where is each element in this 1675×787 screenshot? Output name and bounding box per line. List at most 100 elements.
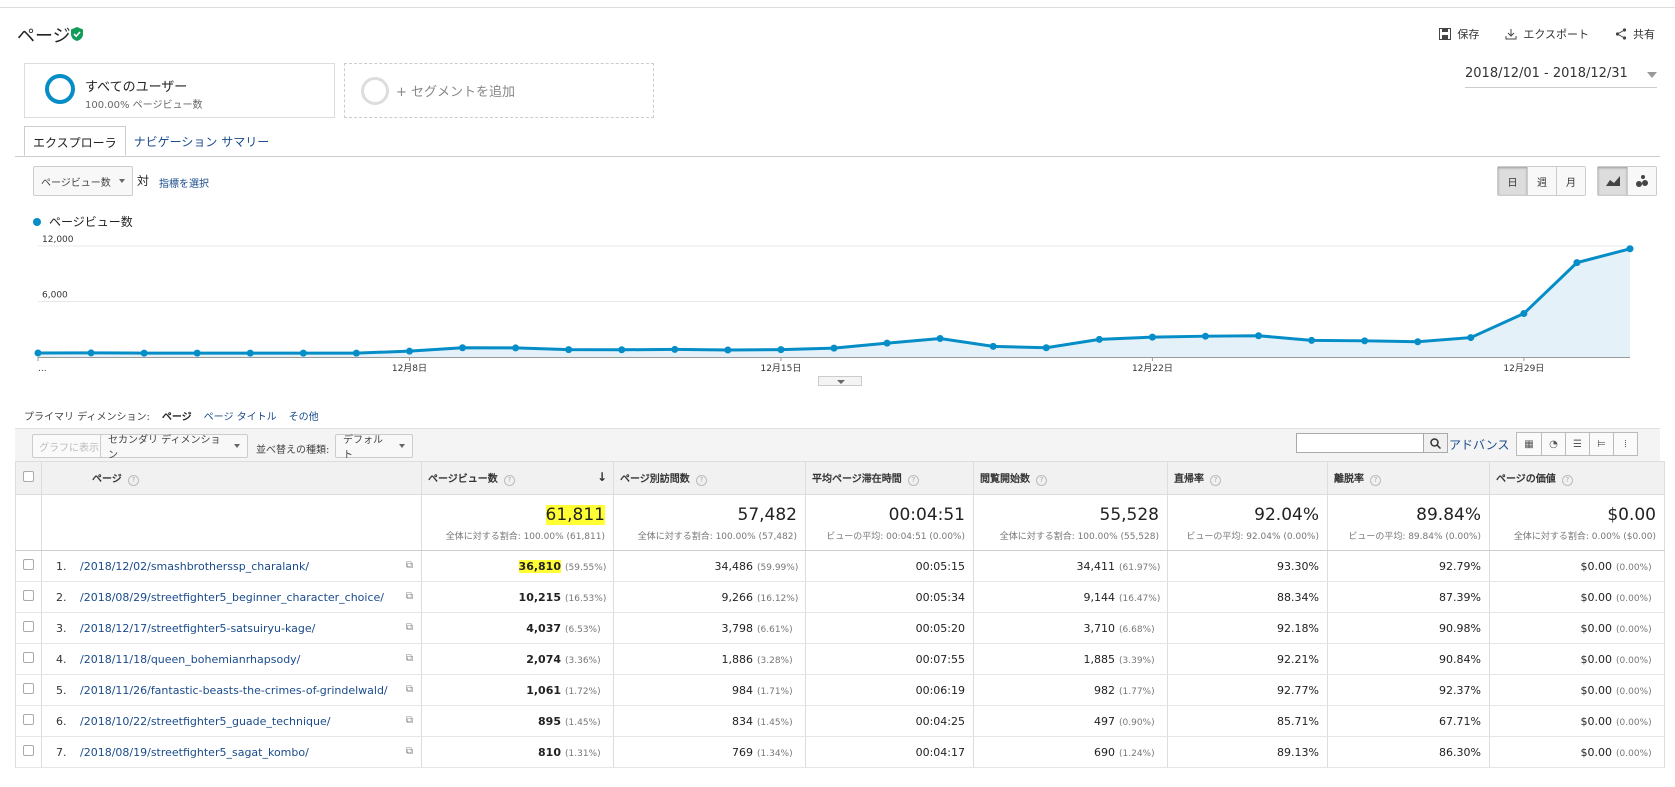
total-page-value: $0.00 全体に対する割合: 0.00% ($0.00): [1489, 494, 1665, 551]
secondary-dimension-label: セカンダリ ディメンション: [108, 435, 221, 461]
page-link[interactable]: /2018/10/22/streetfighter5_guade_techniq…: [80, 715, 330, 728]
sort-type-select[interactable]: デフォルト: [335, 434, 413, 461]
open-page-icon[interactable]: ⧉: [406, 684, 413, 695]
row-checkbox[interactable]: [15, 612, 42, 644]
column-page-value[interactable]: ページの価値?: [1489, 461, 1665, 495]
page-link[interactable]: /2018/08/29/streetfighter5_beginner_char…: [80, 591, 384, 604]
day-button[interactable]: 日: [1498, 167, 1527, 195]
collapse-chart-handle[interactable]: [818, 376, 862, 386]
open-page-icon[interactable]: ⧉: [406, 560, 413, 571]
pageviews-chart: 12,000 6,000... 12月8日 12月15日 12月22日 12月29日: [34, 235, 1634, 374]
advanced-filter-link[interactable]: アドバンス: [1449, 436, 1509, 453]
pageviews-cell: 10,215 (16.53%): [421, 581, 614, 613]
data-table-view-icon[interactable]: ▦: [1517, 433, 1541, 455]
viewport-edge: [0, 780, 1675, 787]
page-link[interactable]: /2018/08/19/streetfighter5_sagat_kombo/: [80, 746, 309, 759]
open-page-icon[interactable]: ⧉: [406, 653, 413, 664]
dimension-page[interactable]: ページ: [162, 408, 192, 423]
page-link[interactable]: /2018/12/02/smashbrotherssp_charalank/: [80, 560, 309, 573]
month-button[interactable]: 月: [1556, 167, 1585, 195]
motion-chart-button[interactable]: [1627, 167, 1656, 195]
dimension-other[interactable]: その他: [289, 408, 319, 423]
data-point: [1308, 336, 1316, 344]
row-number: 7.: [56, 745, 67, 759]
save-icon: [1439, 28, 1452, 40]
date-range-picker[interactable]: 2018/12/01 - 2018/12/31: [1465, 66, 1657, 88]
save-button[interactable]: 保存: [1439, 26, 1479, 42]
add-segment-button[interactable]: + セグメントを追加: [344, 63, 654, 118]
data-point: [1361, 337, 1369, 345]
data-point: [299, 349, 307, 357]
tab-divider: [15, 156, 1660, 157]
bubble-chart-icon: [1636, 175, 1648, 187]
column-entrances[interactable]: 閲覧開始数?: [973, 461, 1168, 495]
table-row: 1. /2018/12/02/smashbrotherssp_charalank/…: [15, 550, 1665, 582]
column-avg-time[interactable]: 平均ページ滞在時間?: [805, 461, 974, 495]
help-icon[interactable]: ?: [503, 475, 515, 486]
help-icon[interactable]: ?: [1036, 475, 1047, 486]
column-bounce-rate[interactable]: 直帰率?: [1167, 461, 1328, 495]
tab-navigation-summary[interactable]: ナビゲーション サマリー: [126, 126, 278, 156]
help-icon[interactable]: ?: [1370, 475, 1381, 486]
search-icon[interactable]: [1423, 434, 1447, 452]
share-button[interactable]: 共有: [1615, 26, 1655, 42]
bounce-rate-cell: 92.18%: [1167, 612, 1328, 644]
column-pageviews[interactable]: ページビュー数? ↓: [421, 461, 614, 495]
open-page-icon[interactable]: ⧉: [406, 746, 413, 757]
secondary-dimension-select[interactable]: セカンダリ ディメンション: [100, 434, 248, 461]
help-icon[interactable]: ?: [907, 475, 919, 486]
term-cloud-view-icon[interactable]: ⦙: [1613, 433, 1637, 455]
performance-view-icon[interactable]: ☰: [1565, 433, 1589, 455]
x-tick-label: 12月22日: [1132, 363, 1173, 374]
segment-all-users[interactable]: すべてのユーザー 100.00% ページビュー数: [24, 63, 335, 118]
granularity-toggle: 日 週 月: [1497, 166, 1586, 196]
column-page[interactable]: ページ?: [41, 461, 422, 495]
data-point: [989, 342, 997, 350]
row-checkbox[interactable]: [15, 705, 42, 737]
page-link[interactable]: /2018/11/26/fantastic-beasts-the-crimes-…: [80, 684, 388, 697]
data-point: [1414, 338, 1422, 346]
line-chart-button[interactable]: [1598, 167, 1627, 195]
page-link[interactable]: /2018/12/17/streetfighter5-satsuiryu-kag…: [80, 622, 315, 635]
dimension-page-title[interactable]: ページ タイトル: [204, 408, 277, 423]
plot-rows-button[interactable]: グラフに表示: [32, 434, 106, 458]
row-checkbox[interactable]: [15, 736, 42, 768]
row-checkbox[interactable]: [15, 674, 42, 706]
segment-name: すべてのユーザー: [85, 80, 188, 95]
row-checkbox[interactable]: [15, 643, 42, 675]
tab-explorer[interactable]: エクスプローラ: [24, 126, 126, 156]
week-button[interactable]: 週: [1527, 167, 1556, 195]
help-icon[interactable]: ?: [1210, 475, 1221, 486]
open-page-icon[interactable]: ⧉: [406, 591, 413, 602]
data-point: [34, 349, 42, 357]
legend-dot-icon: [33, 217, 41, 226]
row-checkbox[interactable]: [15, 550, 42, 582]
data-point: [246, 349, 254, 357]
data-point: [1573, 259, 1581, 267]
table-row: 3. /2018/12/17/streetfighter5-satsuiryu-k…: [15, 612, 1665, 644]
help-icon[interactable]: ?: [695, 475, 707, 486]
entrances-cell: 982 (1.77%): [973, 674, 1168, 706]
comparison-view-icon[interactable]: ⊨: [1589, 433, 1613, 455]
help-icon[interactable]: ?: [127, 475, 139, 486]
column-unique-pageviews[interactable]: ページ別訪問数?: [613, 461, 806, 495]
pageviews-cell: 36,810 (59.55%): [421, 550, 614, 582]
pie-view-icon[interactable]: ◔: [1541, 433, 1565, 455]
total-unique-pageviews: 57,482 全体に対する割合: 100.00% (57,482): [613, 494, 806, 551]
help-icon[interactable]: ?: [1561, 475, 1573, 486]
metric-select[interactable]: ページビュー数: [33, 166, 133, 196]
entrances-cell: 497 (0.90%): [973, 705, 1168, 737]
export-button[interactable]: エクスポート: [1505, 26, 1589, 42]
page-cell: 4. /2018/11/18/queen_bohemianrhapsody/ ⧉: [41, 643, 422, 675]
column-exit-rate[interactable]: 離脱率?: [1327, 461, 1490, 495]
add-segment-label: + セグメントを追加: [396, 85, 516, 100]
table-search-input[interactable]: [1296, 433, 1448, 453]
select-all-checkbox[interactable]: [15, 461, 42, 495]
row-checkbox[interactable]: [15, 581, 42, 613]
page-link[interactable]: /2018/11/18/queen_bohemianrhapsody/: [80, 653, 300, 666]
data-point: [512, 344, 520, 352]
select-metric-link[interactable]: 指標を選択: [159, 175, 209, 190]
open-page-icon[interactable]: ⧉: [406, 715, 413, 726]
page-value-cell: $0.00 (0.00%): [1489, 581, 1665, 613]
open-page-icon[interactable]: ⧉: [406, 622, 413, 633]
